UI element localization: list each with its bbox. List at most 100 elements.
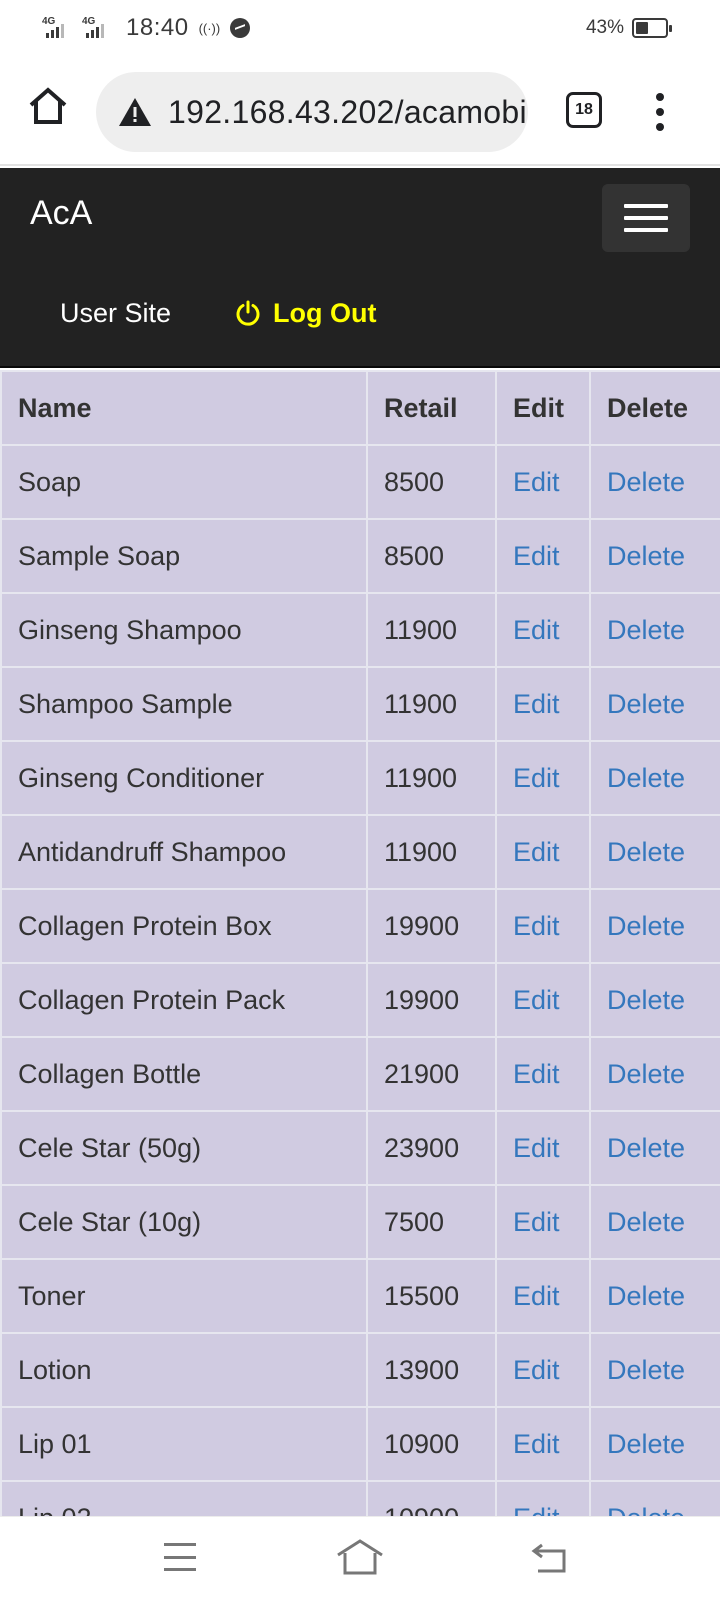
edit-link[interactable]: Edit [513,911,560,941]
table-cell: Edit [495,814,591,890]
table-row: Antidandruff Shampoo 11900 Edit Delete [0,814,720,890]
table-row: Cele Star (50g) 23900 Edit Delete [0,1110,720,1186]
edit-link[interactable]: Edit [513,837,560,867]
brand-logo[interactable]: AcA [30,194,92,233]
edit-link[interactable]: Edit [513,763,560,793]
edit-link[interactable]: Edit [513,1429,560,1459]
table-row: Soap 8500 Edit Delete [0,444,720,520]
edit-link[interactable]: Edit [513,1207,560,1237]
retail-price-cell: 8500 [366,518,497,594]
table-cell: Delete [589,666,720,742]
delete-link[interactable]: Delete [607,1281,685,1311]
delete-link[interactable]: Delete [607,541,685,571]
product-table-container[interactable]: Name Retail Edit Delete Soap 8500 Edit Dele… [0,370,720,1516]
edit-link[interactable]: Edit [513,689,560,719]
delete-link[interactable]: Delete [607,689,685,719]
delete-link[interactable]: Delete [607,467,685,497]
table-cell: Delete [589,962,720,1038]
table-cell: Delete [589,1480,720,1517]
edit-link[interactable]: Edit [513,615,560,645]
not-secure-warning-icon[interactable] [118,97,152,127]
signal-strength-icon: 4G [80,14,116,42]
messenger-notification-icon [230,18,251,38]
edit-link[interactable]: Edit [513,1059,560,1089]
status-bar: 4G 4G 18:40 ((·)) 43% [0,0,720,56]
delete-link[interactable]: Delete [607,985,685,1015]
table-cell: Delete [589,888,720,964]
delete-link[interactable]: Delete [607,1133,685,1163]
delete-link[interactable]: Delete [607,763,685,793]
table-cell: Edit [495,666,591,742]
column-header-retail: Retail [366,370,497,446]
edit-link[interactable]: Edit [513,1503,560,1517]
log-out-link[interactable]: Log Out [235,297,377,329]
table-row: Collagen Protein Pack 19900 Edit Delete [0,962,720,1038]
table-row: Ginseng Shampoo 11900 Edit Delete [0,592,720,668]
table-cell: Edit [495,1258,591,1334]
table-cell: Edit [495,1406,591,1482]
delete-link[interactable]: Delete [607,1429,685,1459]
table-cell: Edit [495,1184,591,1260]
product-name-cell: Soap [0,444,368,520]
column-header-edit: Edit [495,370,591,446]
edit-link[interactable]: Edit [513,467,560,497]
table-cell: Delete [589,1332,720,1408]
table-cell: Delete [589,592,720,668]
table-cell: Delete [589,444,720,520]
nav-links: User Site Log Out [0,278,377,348]
navbar-toggle-button[interactable] [602,184,690,252]
log-out-label: Log Out [273,297,377,328]
table-row: Toner 15500 Edit Delete [0,1258,720,1334]
product-name-cell: Shampoo Sample [0,666,368,742]
user-site-link[interactable]: User Site [60,298,171,329]
table-row: Sample Soap 8500 Edit Delete [0,518,720,594]
delete-link[interactable]: Delete [607,615,685,645]
address-bar[interactable]: 192.168.43.202/acamobile [96,72,528,152]
recent-apps-icon[interactable] [164,1543,196,1571]
column-header-name: Name [0,370,368,446]
edit-link[interactable]: Edit [513,1355,560,1385]
edit-link[interactable]: Edit [513,1133,560,1163]
table-cell: Edit [495,444,591,520]
retail-price-cell: 10900 [366,1406,497,1482]
table-cell: Edit [495,1036,591,1112]
table-cell: Delete [589,1406,720,1482]
retail-price-cell: 11900 [366,814,497,890]
delete-link[interactable]: Delete [607,1355,685,1385]
delete-link[interactable]: Delete [607,1503,685,1517]
retail-price-cell: 10900 [366,1480,497,1516]
table-row: Ginseng Conditioner 11900 Edit Delete [0,740,720,816]
system-home-icon[interactable] [336,1537,384,1577]
retail-price-cell: 19900 [366,888,497,964]
retail-price-cell: 13900 [366,1332,497,1408]
hamburger-icon [624,204,668,208]
system-navigation-bar [0,1516,720,1600]
product-name-cell: Ginseng Conditioner [0,740,368,816]
product-name-cell: Collagen Bottle [0,1036,368,1112]
back-icon[interactable] [530,1537,570,1577]
delete-link[interactable]: Delete [607,1207,685,1237]
edit-link[interactable]: Edit [513,1281,560,1311]
retail-price-cell: 11900 [366,666,497,742]
battery-icon [632,18,672,38]
clock: 18:40 [126,14,189,41]
table-row: Lip 01 10900 Edit Delete [0,1406,720,1482]
product-name-cell: Sample Soap [0,518,368,594]
table-cell: Edit [495,740,591,816]
table-cell: Edit [495,1110,591,1186]
table-cell: Delete [589,1036,720,1112]
delete-link[interactable]: Delete [607,1059,685,1089]
home-icon[interactable] [26,84,70,128]
browser-menu-icon[interactable] [648,82,672,142]
table-cell: Delete [589,1258,720,1334]
edit-link[interactable]: Edit [513,541,560,571]
delete-link[interactable]: Delete [607,911,685,941]
delete-link[interactable]: Delete [607,837,685,867]
product-name-cell: Lotion [0,1332,368,1408]
url-text[interactable]: 192.168.43.202/acamobile [168,94,528,131]
edit-link[interactable]: Edit [513,985,560,1015]
tab-switcher-button[interactable]: 18 [566,92,602,128]
table-row: Shampoo Sample 11900 Edit Delete [0,666,720,742]
product-name-cell: Cele Star (50g) [0,1110,368,1186]
table-cell: Edit [495,592,591,668]
